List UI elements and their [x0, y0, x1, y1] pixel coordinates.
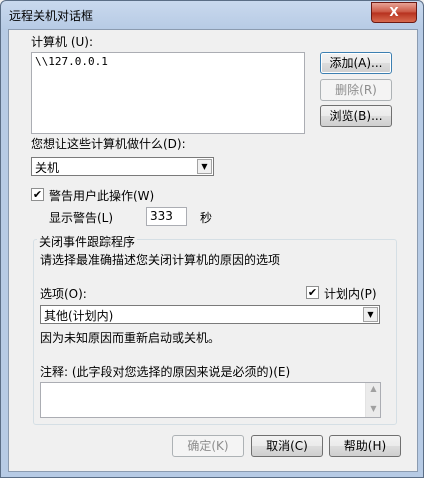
checkmark-icon: ✔	[307, 286, 318, 299]
list-item[interactable]: \\127.0.0.1	[35, 55, 108, 68]
cancel-button[interactable]: 取消(C)	[251, 435, 323, 457]
warn-display-label: 显示警告(L)	[49, 211, 114, 225]
help-button[interactable]: 帮助(H)	[329, 435, 401, 457]
comment-label: 注释: (此字段对您选择的原因来说是必须的)(E)	[40, 365, 291, 379]
computers-label: 计算机 (U):	[31, 35, 94, 49]
planned-checkbox[interactable]: ✔	[306, 286, 319, 299]
option-select-value: 其他(计划内)	[44, 309, 114, 323]
ok-button[interactable]: 确定(K)	[172, 435, 244, 457]
action-select[interactable]: 关机 ▼	[31, 157, 214, 176]
window-title: 远程关机对话框	[9, 9, 94, 23]
warn-seconds-input[interactable]: 333	[146, 207, 187, 226]
option-select[interactable]: 其他(计划内) ▼	[40, 305, 380, 324]
tracker-description: 请选择最准确描述您关闭计算机的原因的选项	[40, 253, 281, 267]
action-label: 您想让这些计算机做什么(D):	[31, 137, 186, 151]
close-button[interactable]: X	[371, 2, 417, 23]
planned-label: 计划内(P)	[324, 287, 377, 301]
add-button[interactable]: 添加(A)...	[320, 52, 392, 74]
checkmark-icon: ✔	[32, 188, 43, 201]
dialog-client-area: 计算机 (U): \\127.0.0.1 添加(A)... 删除(R) 浏览(B…	[8, 29, 418, 472]
chevron-down-icon[interactable]: ▼	[197, 159, 212, 174]
browse-button[interactable]: 浏览(B)...	[320, 105, 392, 127]
warn-label: 警告用户此操作(W)	[49, 189, 155, 203]
title-bar[interactable]: 远程关机对话框 X	[1, 1, 423, 29]
reason-description: 因为未知原因而重新启动或关机。	[40, 331, 221, 345]
action-select-value: 关机	[35, 161, 60, 175]
chevron-down-icon[interactable]: ▼	[363, 307, 378, 322]
event-tracker-title: 关闭事件跟踪程序	[37, 233, 138, 250]
comment-scrollbar[interactable]: ▲ ▼	[365, 383, 380, 417]
seconds-unit-label: 秒	[200, 211, 213, 225]
option-label: 选项(O):	[40, 287, 87, 301]
scroll-down-icon[interactable]: ▼	[368, 404, 379, 415]
warn-checkbox[interactable]: ✔	[31, 188, 44, 201]
remote-shutdown-dialog: 远程关机对话框 X 计算机 (U): \\127.0.0.1 添加(A)... …	[0, 0, 424, 478]
warn-seconds-value: 333	[150, 209, 173, 223]
scroll-up-icon[interactable]: ▲	[368, 384, 379, 395]
comment-textarea[interactable]: ▲ ▼	[40, 382, 381, 418]
computers-listbox[interactable]: \\127.0.0.1	[31, 52, 305, 134]
delete-button[interactable]: 删除(R)	[320, 79, 392, 101]
